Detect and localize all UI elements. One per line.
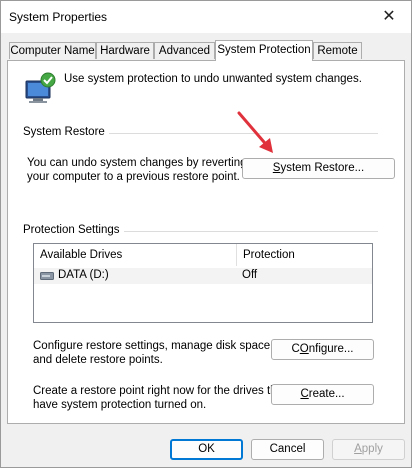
button-label: C [291, 343, 300, 355]
column-header-protection[interactable]: Protection [237, 244, 372, 266]
tab-remote[interactable]: Remote [313, 42, 362, 59]
annotation-arrow-icon [237, 111, 273, 153]
intro-text: Use system protection to undo unwanted s… [64, 73, 362, 85]
mnemonic: A [354, 443, 362, 455]
title-bar: System Properties ✕ [1, 1, 411, 33]
column-header-drives[interactable]: Available Drives [34, 244, 236, 266]
tab-label: Advanced [158, 45, 211, 57]
window-title: System Properties [9, 10, 108, 24]
tab-label: Hardware [100, 45, 150, 57]
tab-panel [7, 60, 405, 424]
tab-advanced[interactable]: Advanced [154, 42, 215, 59]
close-icon[interactable]: ✕ [377, 7, 401, 27]
system-properties-window: System Properties ✕ Computer Name Hardwa… [0, 0, 412, 468]
drive-name: DATA (D:) [58, 269, 109, 281]
tab-label: System Protection [217, 44, 311, 56]
configure-description-line2: and delete restore points. [33, 354, 163, 366]
tab-label: Remote [317, 45, 358, 57]
configure-description-line1: Configure restore settings, manage disk … [33, 340, 274, 352]
ok-button[interactable]: OK [170, 439, 243, 460]
system-restore-description-line2: your computer to a previous restore poin… [27, 171, 240, 183]
table-row[interactable]: DATA (D:) Off [34, 268, 372, 284]
cancel-button[interactable]: Cancel [251, 439, 324, 460]
apply-button[interactable]: Apply [332, 439, 405, 460]
create-description-line2: have system protection turned on. [33, 399, 207, 411]
button-label: nfigure... [308, 343, 354, 355]
create-description-line1: Create a restore point right now for the… [33, 385, 287, 397]
button-label: pply [361, 443, 383, 455]
configure-button[interactable]: COnfigure... [271, 339, 374, 360]
mnemonic: C [300, 388, 309, 400]
system-restore-heading: System Restore [23, 126, 109, 138]
button-label: ystem Restore... [280, 162, 365, 174]
system-restore-description-line1: You can undo system changes by reverting [27, 157, 247, 169]
drive-icon [40, 272, 54, 280]
column-header-label: Protection [243, 249, 295, 261]
tab-system-protection[interactable]: System Protection [215, 40, 313, 61]
system-protection-icon [25, 72, 56, 103]
drive-protection-status: Off [242, 269, 258, 281]
mnemonic: O [299, 343, 309, 355]
create-button[interactable]: Create... [271, 384, 374, 405]
column-header-label: Available Drives [40, 249, 123, 261]
drives-list[interactable]: Available Drives Protection DATA (D:) Of… [33, 243, 373, 323]
system-restore-button[interactable]: System Restore... [242, 158, 395, 179]
protection-heading: Protection Settings [23, 224, 124, 236]
tab-computer-name[interactable]: Computer Name [9, 42, 96, 59]
button-label: reate... [308, 388, 345, 400]
tab-label: Computer Name [10, 45, 95, 57]
tab-hardware[interactable]: Hardware [96, 42, 154, 59]
